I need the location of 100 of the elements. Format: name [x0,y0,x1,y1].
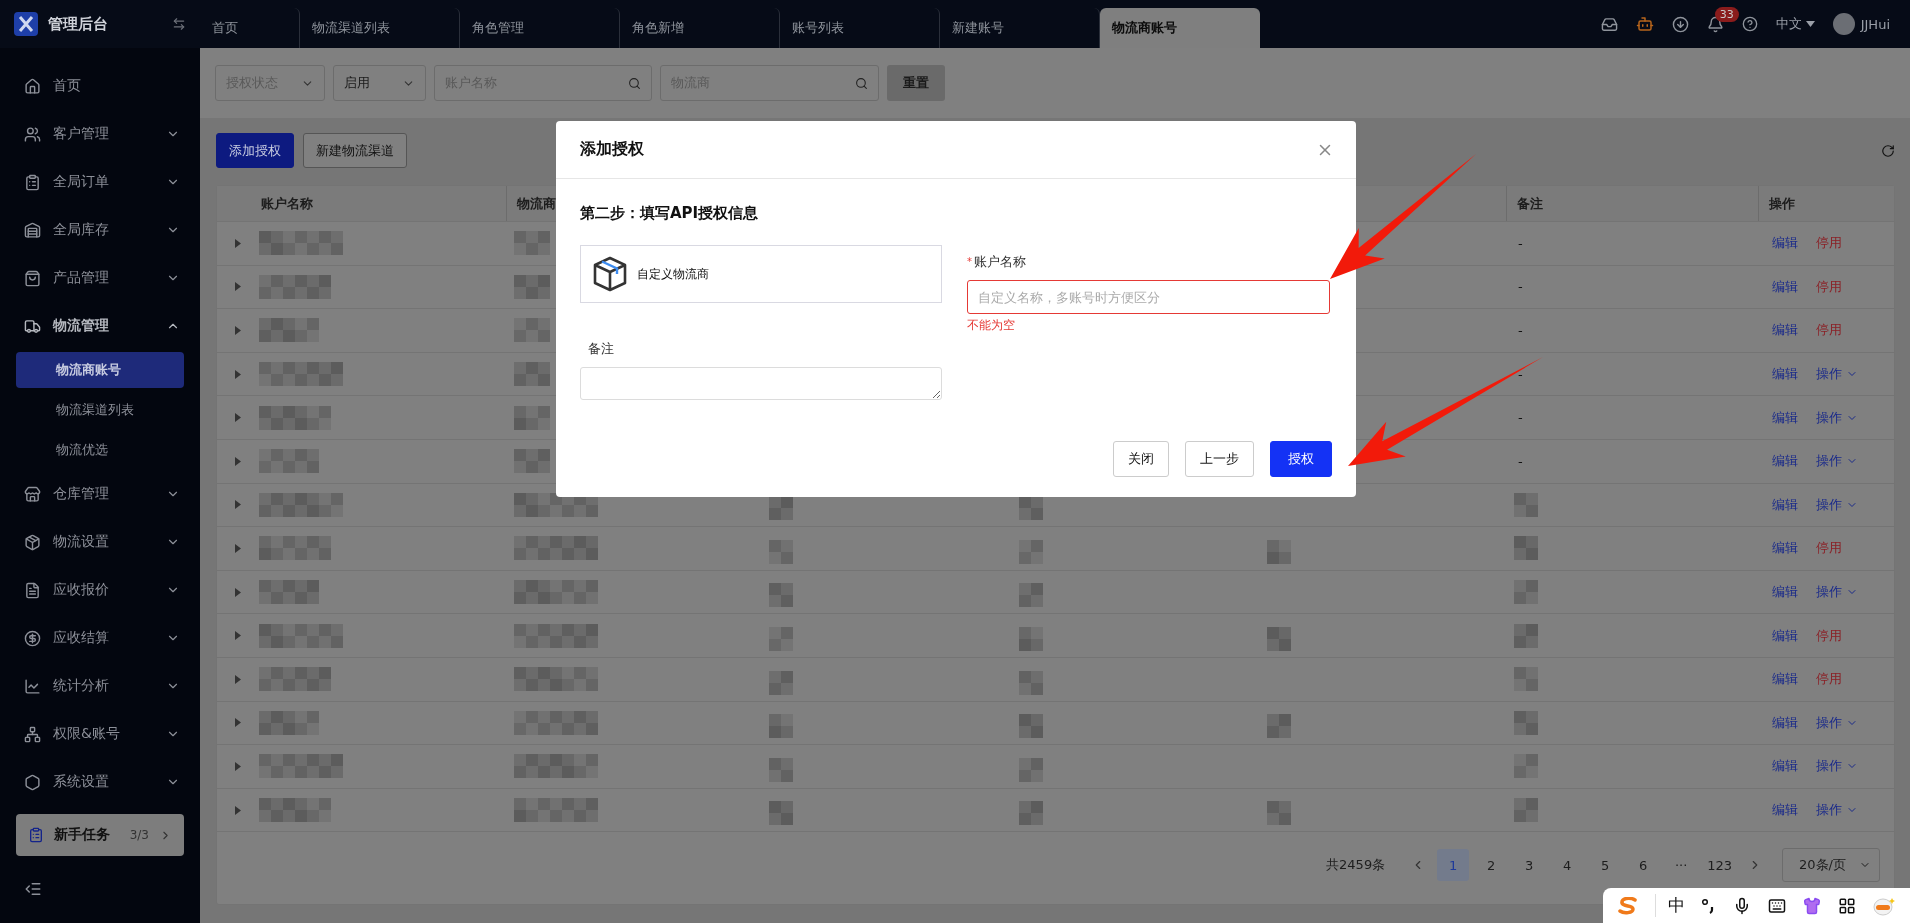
sidebar-item[interactable]: 应收结算 [0,614,200,662]
refresh-icon[interactable] [1881,143,1895,158]
hexagon-icon [24,773,41,791]
expand-caret-icon[interactable] [235,456,241,466]
help-icon[interactable] [1741,16,1758,32]
edit-link[interactable]: 编辑 [1772,583,1798,602]
edit-link[interactable]: 编辑 [1772,277,1798,296]
remark-field[interactable] [580,367,942,400]
expand-caret-icon[interactable] [235,674,241,684]
actions-dropdown[interactable]: 操作 [1816,713,1858,732]
dialog-button[interactable]: 上一步 [1185,441,1254,477]
page-button[interactable]: 5 [1589,849,1622,881]
language-select[interactable]: 中文 [1775,15,1815,33]
redacted-text [514,362,550,387]
sidebar-item[interactable]: 应收报价 [0,566,200,614]
punctuation-icon[interactable] [1701,897,1716,914]
disable-link[interactable]: 停用 [1816,234,1842,253]
dialog-button[interactable]: 关闭 [1113,441,1169,477]
table-cell-text: - [1517,453,1523,469]
sidebar-subitem[interactable]: 物流优选 [16,432,184,468]
actions-dropdown[interactable]: 操作 [1816,583,1858,602]
expand-caret-icon[interactable] [235,805,241,815]
actions-dropdown[interactable]: 操作 [1816,757,1858,776]
page-size-select[interactable]: 20条/页 [1782,848,1880,882]
edit-link[interactable]: 编辑 [1772,495,1798,514]
redacted-text [1514,667,1538,692]
edit-link[interactable]: 编辑 [1772,713,1798,732]
edit-link[interactable]: 编辑 [1772,757,1798,776]
page-button[interactable]: 6 [1627,849,1660,881]
select-field[interactable]: 启用 [333,65,426,101]
page-button[interactable]: 4 [1551,849,1584,881]
input-method-logo-icon[interactable] [1617,896,1638,915]
edit-link[interactable]: 编辑 [1772,539,1798,558]
keyboard-icon[interactable] [1768,896,1787,915]
toolbar-button[interactable]: 新建物流渠道 [303,133,407,168]
edit-link[interactable]: 编辑 [1772,801,1798,819]
sidebar-item[interactable]: 物流设置 [0,518,200,566]
actions-dropdown[interactable]: 操作 [1816,452,1858,471]
robot-icon[interactable] [1635,15,1654,33]
sidebar-item[interactable]: 系统设置 [0,758,200,806]
grid-icon[interactable] [1838,896,1857,915]
disable-link[interactable]: 停用 [1816,626,1842,645]
redacted-text [1267,714,1291,739]
page-tab[interactable]: 物流商账号 [1100,8,1260,48]
sidebar-item[interactable]: 全局库存 [0,206,200,254]
reset-button[interactable]: 重置 [887,65,945,101]
provider-card[interactable]: 自定义物流商 [580,245,942,303]
sidebar-item[interactable]: 客户管理 [0,110,200,158]
dialog-button[interactable]: 授权 [1270,441,1332,477]
sidebar-toggle-icon[interactable] [172,17,186,31]
edit-link[interactable]: 编辑 [1772,452,1798,471]
page-button[interactable]: 123 [1703,849,1736,881]
edit-link[interactable]: 编辑 [1772,321,1798,340]
expand-caret-icon[interactable] [235,413,241,423]
disable-link[interactable]: 停用 [1816,539,1842,558]
sidebar-subitem[interactable]: 物流商账号 [16,352,184,388]
expand-caret-icon[interactable] [235,238,241,248]
mascot-icon[interactable] [1873,895,1896,916]
expand-caret-icon[interactable] [235,761,241,771]
edit-link[interactable]: 编辑 [1772,234,1798,253]
sidebar-item[interactable]: 仓库管理 [0,470,200,518]
collapse-menu-icon[interactable] [24,880,42,898]
expand-caret-icon[interactable] [235,718,241,728]
edit-link[interactable]: 编辑 [1772,670,1798,689]
sidebar-item[interactable]: 全局订单 [0,158,200,206]
disable-link[interactable]: 停用 [1816,277,1842,296]
expand-caret-icon[interactable] [235,587,241,597]
sidebar-item[interactable]: 首页 [0,62,200,110]
edit-link[interactable]: 编辑 [1772,408,1798,427]
actions-dropdown[interactable]: 操作 [1816,495,1858,514]
expand-caret-icon[interactable] [235,543,241,553]
disable-link[interactable]: 停用 [1816,670,1842,689]
page-button[interactable]: 3 [1513,849,1546,881]
edit-link[interactable]: 编辑 [1772,626,1798,645]
download-icon[interactable] [1671,15,1689,33]
sidebar-subitem[interactable]: 物流渠道列表 [16,392,184,428]
actions-dropdown[interactable]: 操作 [1816,408,1858,427]
page-button[interactable]: 1 [1437,849,1470,881]
expand-caret-icon[interactable] [235,282,241,292]
actions-dropdown[interactable]: 操作 [1816,801,1858,819]
edit-link[interactable]: 编辑 [1772,365,1798,384]
sidebar-item[interactable]: 统计分析 [0,662,200,710]
actions-dropdown[interactable]: 操作 [1816,365,1858,384]
page-button[interactable]: 2 [1475,849,1508,881]
avatar[interactable] [1832,13,1855,35]
sidebar-item[interactable]: 产品管理 [0,254,200,302]
disable-link[interactable]: 停用 [1816,321,1842,340]
shirt-icon[interactable] [1803,896,1822,915]
inbox-icon[interactable] [1600,15,1618,33]
sidebar-item[interactable]: 物流管理 [0,302,200,350]
toolbar-button[interactable]: 添加授权 [216,133,294,168]
expand-caret-icon[interactable] [235,326,241,335]
page-button[interactable]: ··· [1665,849,1698,881]
expand-caret-icon[interactable] [235,500,241,510]
expand-caret-icon[interactable] [235,631,241,641]
sidebar-item[interactable]: 权限&账号 [0,710,200,758]
input-mode-toggle[interactable]: 中 [1654,894,1685,917]
account-name-field[interactable]: 自定义名称，多账号时方便区分 [967,280,1330,314]
expand-caret-icon[interactable] [235,369,241,379]
task-card[interactable]: 新手任务 3/3 [16,814,184,856]
